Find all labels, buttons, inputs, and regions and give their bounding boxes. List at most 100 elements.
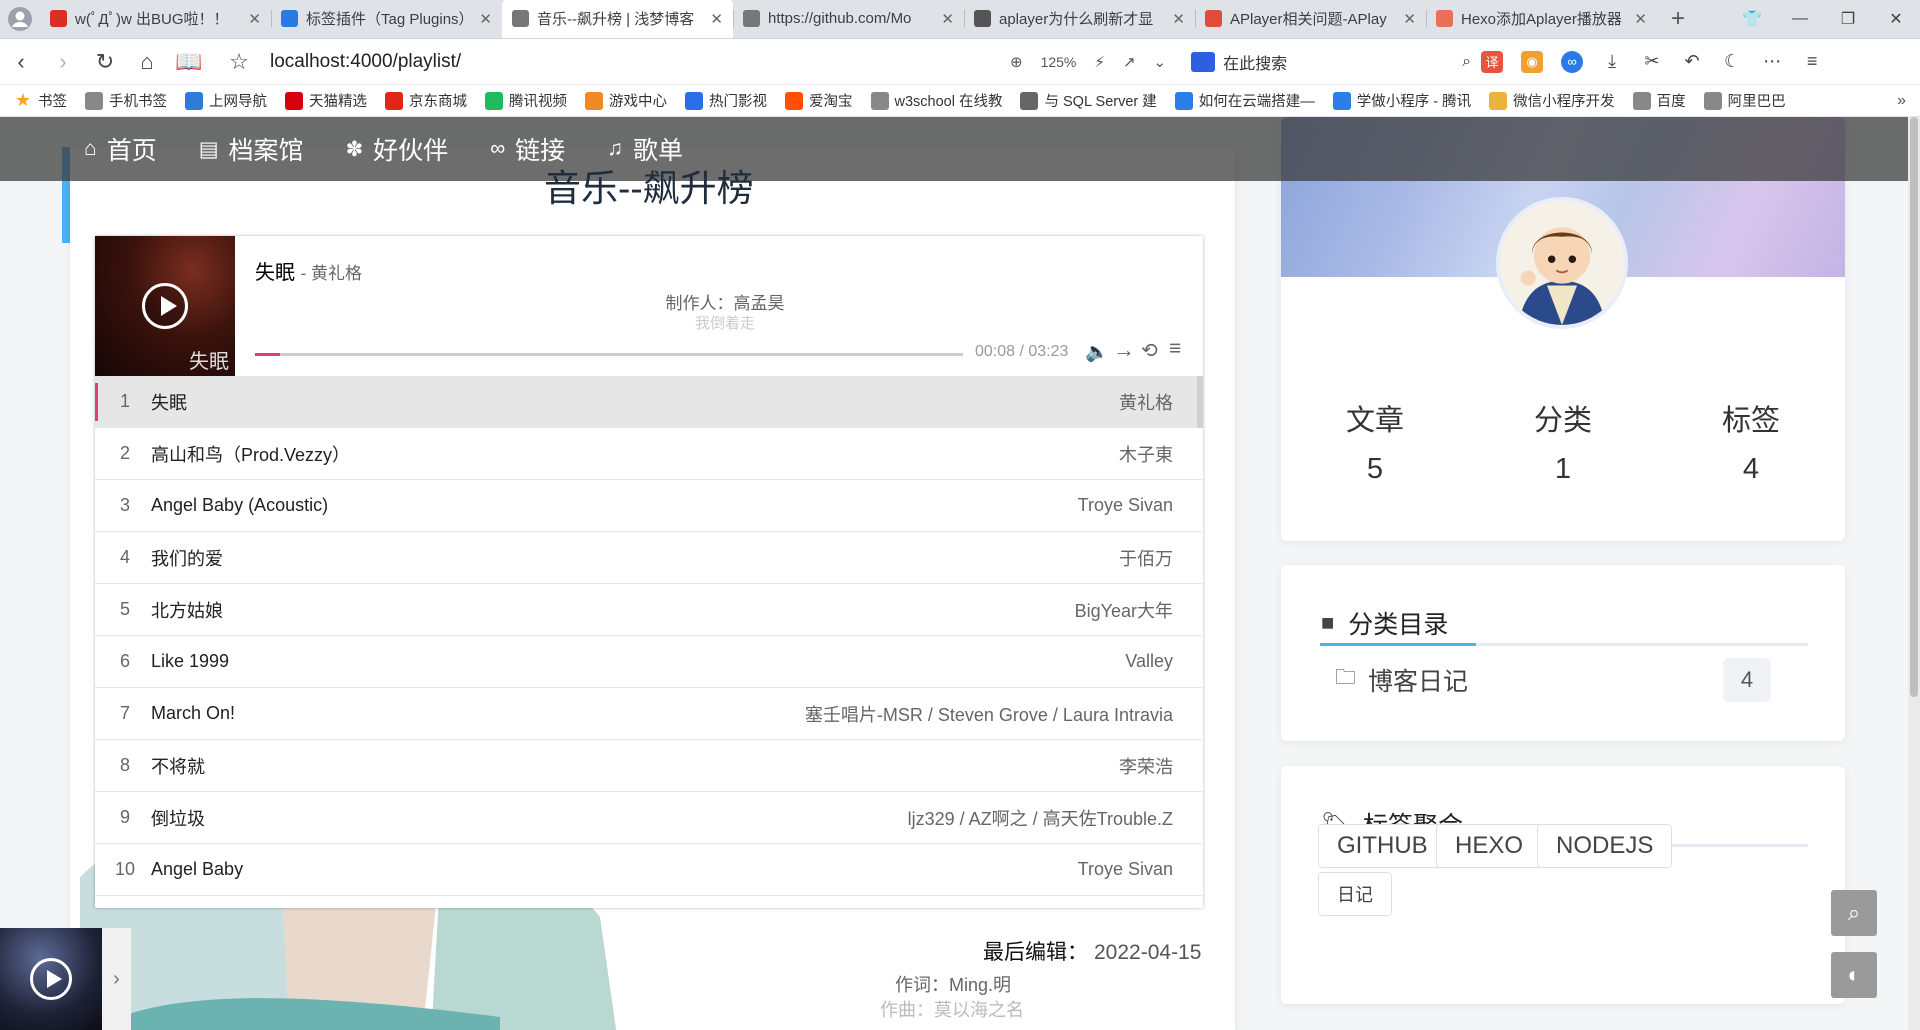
tab-close-icon[interactable]: ✕ — [248, 10, 261, 28]
avatar[interactable] — [1496, 197, 1628, 329]
page-scrollbar-thumb[interactable] — [1910, 117, 1918, 697]
nav-file[interactable]: ▤ 档案馆 — [199, 131, 304, 167]
playlist-row[interactable]: 5 北方姑娘 BigYear大年 — [95, 584, 1203, 636]
translate-icon[interactable]: 译 — [1481, 50, 1504, 73]
album-cover[interactable]: 失眠 — [95, 236, 235, 376]
bookmark-item[interactable]: w3school 在线教 — [870, 90, 1002, 111]
globe-icon — [743, 10, 760, 27]
reload-button[interactable]: ↻ — [84, 39, 126, 85]
stat-1[interactable]: 分类 1 — [1469, 397, 1657, 486]
bookmark-item[interactable]: 腾讯视频 — [485, 90, 567, 111]
tag-chip[interactable]: GITHUB — [1318, 824, 1447, 868]
bookmark-item[interactable]: 京东商城 — [385, 90, 467, 111]
zoom-icon[interactable]: ⊕ — [1010, 53, 1023, 71]
tab-close-icon[interactable]: ✕ — [1634, 10, 1647, 28]
tab[interactable]: https://github.com/Mo ✕ — [733, 0, 964, 38]
bookmarks-overflow-button[interactable]: » — [1897, 92, 1906, 110]
nav-home[interactable]: ⌂ 首页 — [84, 131, 157, 167]
reader-mode-icon[interactable]: 📖 — [168, 39, 210, 85]
gamepad-icon[interactable]: ◉ — [1521, 50, 1544, 73]
progress-bar[interactable] — [255, 353, 963, 356]
tag-chip[interactable]: 日记 — [1318, 872, 1392, 916]
mini-player-cover[interactable] — [0, 928, 102, 1030]
search-icon[interactable]: ⌕ — [1462, 53, 1471, 71]
close-window-button[interactable]: ✕ — [1872, 0, 1920, 38]
infinity-icon[interactable]: ∞ — [1561, 50, 1584, 73]
bookmark-item[interactable]: 上网导航 — [185, 90, 267, 111]
tab[interactable]: aplayer为什么刷新才显 ✕ — [964, 0, 1195, 38]
tab[interactable]: w(ﾟДﾟ)w 出BUG啦！！ ✕ — [40, 0, 271, 38]
playlist-row[interactable]: 10 Angel Baby Troye Sivan — [95, 844, 1203, 896]
bookmark-item[interactable]: 游戏中心 — [585, 90, 667, 111]
search-icon[interactable]: ⌕ — [1831, 890, 1877, 936]
back-button[interactable]: ‹ — [0, 39, 42, 85]
tab-close-icon[interactable]: ✕ — [479, 10, 492, 28]
folder-icon — [1489, 91, 1508, 110]
playlist-row[interactable]: 2 高山和鸟（Prod.Vezzy） 木子東 — [95, 428, 1203, 480]
tab[interactable]: Hexo添加Aplayer播放器 ✕ — [1426, 0, 1657, 38]
dropdown-chevron-icon[interactable]: ⌄ — [1154, 53, 1167, 71]
more-icon[interactable]: ⋯ — [1761, 51, 1783, 73]
tab[interactable]: APlayer相关问题-APlay ✕ — [1195, 0, 1426, 38]
bookmark-item[interactable]: 百度 — [1632, 90, 1686, 111]
tab[interactable]: 标签插件（Tag Plugins） ✕ — [271, 0, 502, 38]
stat-0[interactable]: 文章 5 — [1281, 397, 1469, 486]
playlist-row[interactable]: 8 不将就 李荣浩 — [95, 740, 1203, 792]
new-tab-button[interactable]: + — [1657, 0, 1699, 38]
volume-icon[interactable]: 🔈 — [1085, 340, 1109, 364]
playlist-scrollbar[interactable] — [1197, 376, 1203, 428]
stat-2[interactable]: 标签 4 — [1657, 397, 1845, 486]
playlist-row[interactable]: 4 我们的爱 于佰万 — [95, 532, 1203, 584]
menu-icon[interactable]: ≡ — [1801, 51, 1823, 73]
loop-icon[interactable]: ⟲ — [1141, 338, 1158, 363]
bookmark-item[interactable]: 爱淘宝 — [785, 90, 853, 111]
bookmark-item[interactable]: 如何在云端搭建— — [1174, 90, 1315, 111]
order-icon[interactable]: → — [1113, 337, 1135, 363]
tab-close-icon[interactable]: ✕ — [941, 10, 954, 28]
bookmark-item[interactable]: 与 SQL Server 建 — [1020, 90, 1157, 111]
lightning-icon[interactable]: ⚡ — [1094, 53, 1105, 71]
mini-player-expand-icon[interactable]: › — [102, 928, 131, 1030]
tab-close-icon[interactable]: ✕ — [710, 10, 723, 28]
tag-chip[interactable]: HEXO — [1436, 824, 1543, 868]
playlist-row[interactable]: 1 失眠 黄礼格 — [95, 376, 1203, 428]
bookmark-item[interactable]: 天猫精选 — [285, 90, 367, 111]
home-button[interactable]: ⌂ — [126, 39, 168, 85]
playlist-row[interactable]: 7 March On! 塞壬唱片-MSR / Steven Grove / Laur… — [95, 688, 1203, 740]
undo-icon[interactable]: ↶ — [1681, 51, 1703, 73]
mini-play-icon[interactable] — [30, 958, 72, 1000]
forward-button[interactable]: › — [42, 39, 84, 85]
url-input[interactable]: localhost:4000/playlist/ — [270, 51, 1010, 73]
bookmark-item[interactable]: 阿里巴巴 — [1703, 90, 1786, 111]
download-icon[interactable]: ⤓ — [1601, 51, 1623, 73]
tab-close-icon[interactable]: ✕ — [1172, 10, 1185, 28]
share-icon[interactable]: ↗ — [1123, 53, 1136, 71]
minimize-button[interactable]: — — [1776, 0, 1824, 38]
profile-avatar-icon[interactable] — [0, 0, 40, 38]
playlist-row[interactable]: 3 Angel Baby (Acoustic) Troye Sivan — [95, 480, 1203, 532]
skin-icon[interactable]: 👕 — [1728, 0, 1776, 38]
bookmark-item[interactable]: 手机书签 — [85, 90, 167, 111]
tab[interactable]: 音乐--飙升榜 | 浅梦博客 ✕ — [502, 0, 733, 38]
play-icon[interactable] — [142, 283, 188, 329]
bookmark-item[interactable]: 学做小程序 - 腾讯 — [1332, 90, 1471, 111]
playlist-toggle-icon[interactable]: ≡ — [1169, 337, 1181, 361]
page-scrollbar[interactable] — [1908, 117, 1920, 1030]
search-engine-icon[interactable] — [1191, 51, 1216, 72]
bookmark-item[interactable]: ★ 书签 — [14, 90, 67, 111]
zoom-level[interactable]: 125% — [1041, 54, 1077, 70]
restore-button[interactable]: ❐ — [1824, 0, 1872, 38]
nav-paw[interactable]: ✽ 好伙伴 — [346, 131, 449, 167]
playlist-row[interactable]: 6 Like 1999 Valley — [95, 636, 1203, 688]
dark-mode-icon[interactable]: ◐ — [1831, 952, 1877, 998]
scissors-icon[interactable]: ✂ — [1641, 51, 1663, 73]
search-box[interactable]: 在此搜索 ⌕ — [1191, 50, 1471, 74]
bookmark-item[interactable]: 热门影视 — [685, 90, 767, 111]
playlist-row[interactable]: 9 倒垃圾 ljz329 / AZ啊之 / 高天佐Trouble.Z — [95, 792, 1203, 844]
night-mode-icon[interactable]: ☾ — [1721, 51, 1743, 73]
category-item[interactable]: 🗀 博客日记 4 — [1335, 658, 1771, 702]
bookmark-star-icon[interactable]: ☆ — [218, 39, 260, 85]
tab-close-icon[interactable]: ✕ — [1403, 10, 1416, 28]
tag-chip[interactable]: NODEJS — [1537, 824, 1673, 868]
bookmark-item[interactable]: 微信小程序开发 — [1489, 90, 1615, 111]
